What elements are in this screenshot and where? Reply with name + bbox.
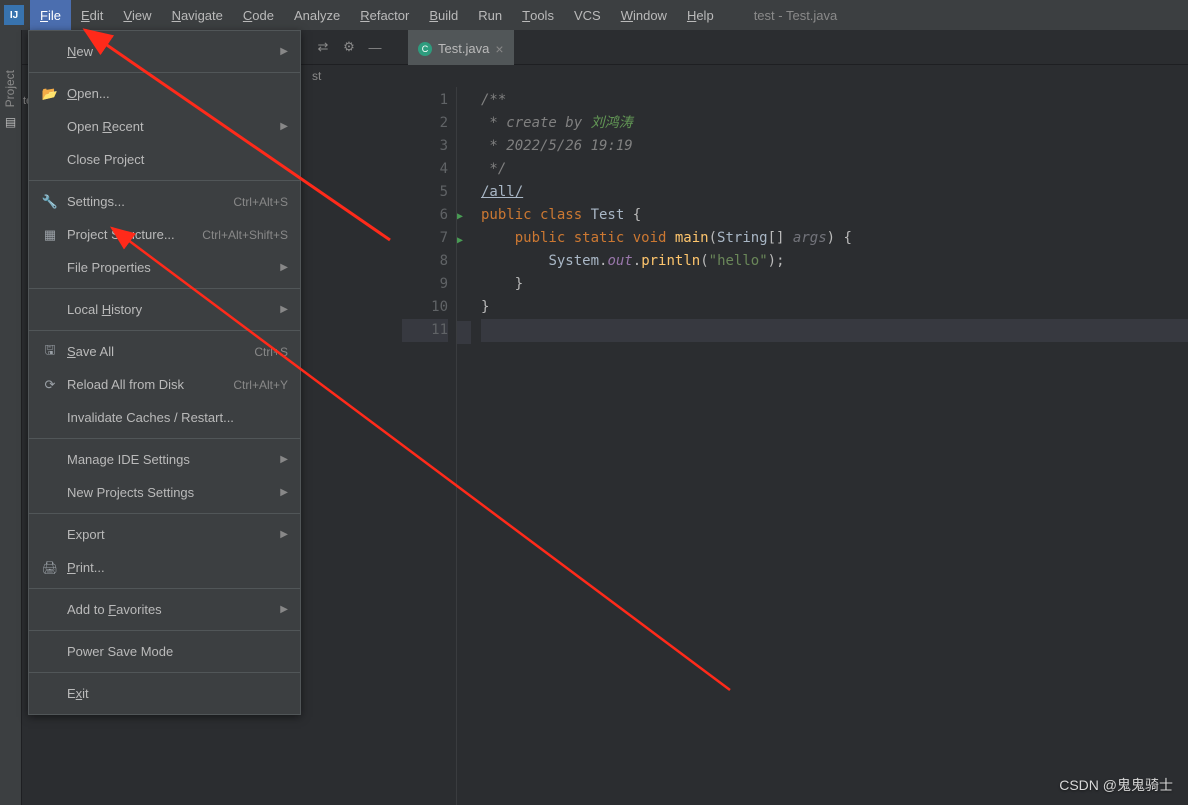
print-icon: 🖨 — [41, 560, 59, 576]
file-menu-export[interactable]: Export▶ — [29, 518, 300, 551]
chevron-right-icon: ▶ — [280, 304, 288, 315]
menu-refactor[interactable]: Refactor — [350, 0, 419, 30]
close-icon[interactable]: × — [495, 41, 503, 57]
file-menu-new-projects-settings[interactable]: New Projects Settings▶ — [29, 476, 300, 509]
file-menu-dropdown: New▶ 📂Open...Open Recent▶Close Project 🔧Se… — [28, 30, 301, 715]
project-view-icon[interactable]: ▤ — [0, 115, 21, 129]
code-body[interactable]: /** * create by 刘鸿涛 * 2022/5/26 19:19 */… — [471, 87, 1188, 805]
menu-window[interactable]: Window — [611, 0, 677, 30]
menu-navigate[interactable]: Navigate — [162, 0, 233, 30]
menu-run[interactable]: Run — [468, 0, 512, 30]
reload-icon: ⟳ — [41, 377, 59, 393]
file-menu-settings-[interactable]: 🔧Settings...Ctrl+Alt+S — [29, 185, 300, 218]
menu-help[interactable]: Help — [677, 0, 724, 30]
gear-icon[interactable]: ⚙ — [336, 39, 362, 55]
settings-toggle-icon[interactable]: ⇄ — [310, 39, 336, 55]
chevron-right-icon: ▶ — [280, 46, 288, 57]
file-menu-invalidate-caches-restart-[interactable]: Invalidate Caches / Restart... — [29, 401, 300, 434]
structure-icon: ▦ — [41, 227, 59, 243]
gutter-marks: ▶▶ — [457, 87, 471, 805]
save-icon: 🖫 — [41, 341, 59, 363]
file-menu-manage-ide-settings[interactable]: Manage IDE Settings▶ — [29, 443, 300, 476]
run-gutter-icon[interactable]: ▶ — [457, 235, 463, 246]
chevron-right-icon: ▶ — [280, 604, 288, 615]
menu-analyze[interactable]: Analyze — [284, 0, 350, 30]
code-editor[interactable]: 1234567891011 ▶▶ /** * create by 刘鸿涛 * 2… — [402, 87, 1188, 805]
menubar: FileEditViewNavigateCodeAnalyzeRefactorB… — [30, 0, 724, 30]
menu-file[interactable]: File — [30, 0, 71, 30]
folder-icon: 📂 — [41, 86, 59, 102]
file-menu-project-structure-[interactable]: ▦Project Structure...Ctrl+Alt+Shift+S — [29, 218, 300, 251]
editor-tab-test-java[interactable]: C Test.java × — [408, 30, 514, 65]
collapse-icon[interactable]: — — [362, 40, 388, 55]
tool-window-sidebar[interactable]: Project ▤ — [0, 30, 22, 805]
chevron-right-icon: ▶ — [280, 529, 288, 540]
watermark: CSDN @鬼鬼骑士 — [1059, 775, 1173, 795]
run-gutter-icon[interactable]: ▶ — [457, 211, 463, 222]
file-menu-new[interactable]: New▶ — [29, 35, 300, 68]
menu-edit[interactable]: Edit — [71, 0, 113, 30]
file-menu-reload-all-from-disk[interactable]: ⟳Reload All from DiskCtrl+Alt+Y — [29, 368, 300, 401]
file-menu-exit[interactable]: Exit — [29, 677, 300, 710]
file-menu-local-history[interactable]: Local History▶ — [29, 293, 300, 326]
wrench-icon: 🔧 — [41, 194, 59, 210]
menu-build[interactable]: Build — [419, 0, 468, 30]
file-menu-add-to-favorites[interactable]: Add to Favorites▶ — [29, 593, 300, 626]
window-title: test - Test.java — [754, 8, 838, 23]
menu-tools[interactable]: Tools — [512, 0, 564, 30]
file-menu-power-save-mode[interactable]: Power Save Mode — [29, 635, 300, 668]
chevron-right-icon: ▶ — [280, 487, 288, 498]
file-menu-open-recent[interactable]: Open Recent▶ — [29, 110, 300, 143]
file-menu-print-[interactable]: 🖨Print... — [29, 551, 300, 584]
file-menu-open-[interactable]: 📂Open... — [29, 77, 300, 110]
file-menu-close-project[interactable]: Close Project — [29, 143, 300, 176]
menu-code[interactable]: Code — [233, 0, 284, 30]
line-gutter: 1234567891011 — [402, 87, 457, 805]
titlebar: IJ FileEditViewNavigateCodeAnalyzeRefact… — [0, 0, 1188, 30]
tab-label: Test.java — [438, 41, 489, 56]
file-menu-file-properties[interactable]: File Properties▶ — [29, 251, 300, 284]
app-logo-icon: IJ — [4, 5, 24, 25]
sidebar-project-label[interactable]: Project — [3, 70, 17, 107]
chevron-right-icon: ▶ — [280, 454, 288, 465]
chevron-right-icon: ▶ — [280, 121, 288, 132]
menu-view[interactable]: View — [113, 0, 161, 30]
menu-vcs[interactable]: VCS — [564, 0, 611, 30]
java-class-icon: C — [418, 42, 432, 56]
file-menu-save-all[interactable]: 🖫Save AllCtrl+S — [29, 335, 300, 368]
chevron-right-icon: ▶ — [280, 262, 288, 273]
